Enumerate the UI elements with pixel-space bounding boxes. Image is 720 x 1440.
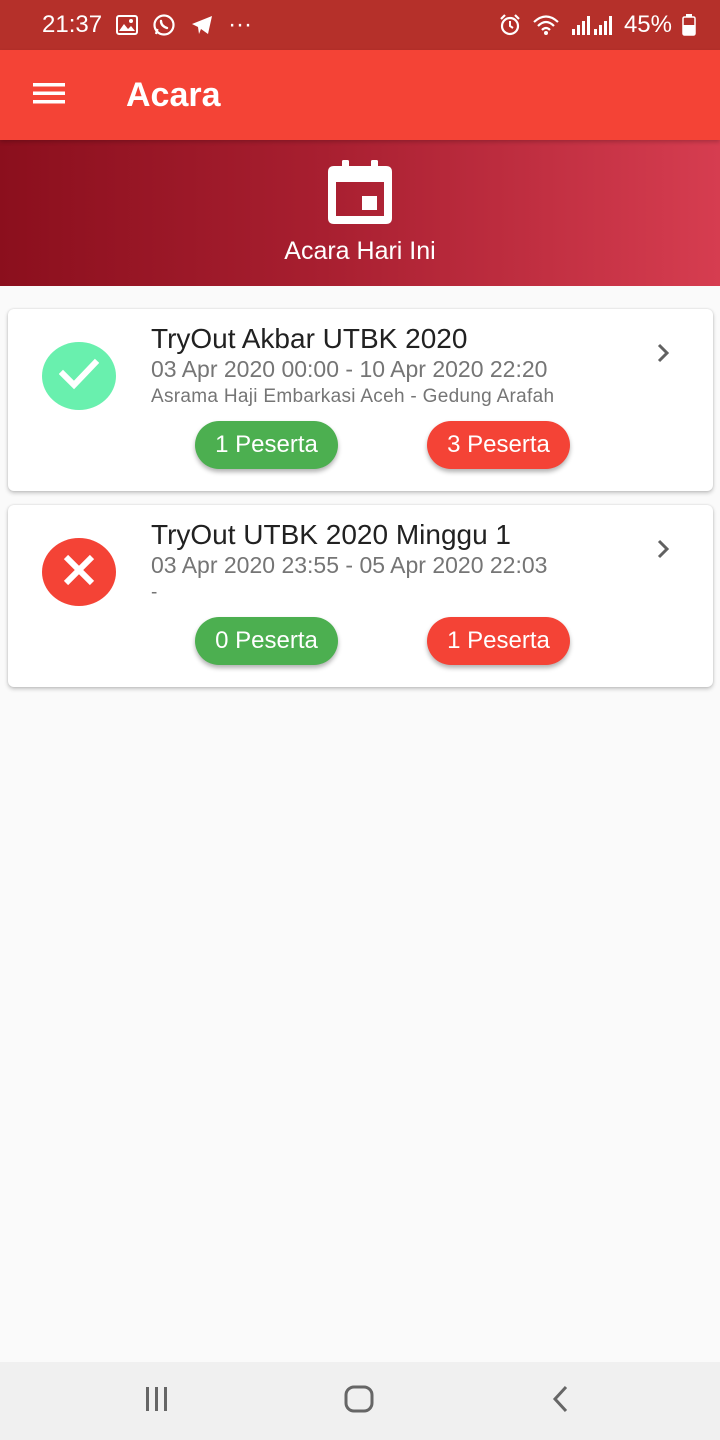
status-indicator xyxy=(42,538,116,606)
home-icon xyxy=(344,1385,374,1418)
chevron-right-icon xyxy=(653,539,673,559)
telegram-icon xyxy=(190,14,214,36)
event-date: 03 Apr 2020 23:55 - 05 Apr 2020 22:03 xyxy=(151,552,548,578)
battery-percent: 45% xyxy=(623,11,672,38)
status-indicator xyxy=(42,342,116,410)
back-icon xyxy=(551,1385,571,1418)
status-more: ··· xyxy=(228,11,253,38)
event-date: 03 Apr 2020 00:00 - 10 Apr 2020 22:20 xyxy=(151,356,548,382)
status-right: 45% xyxy=(498,11,696,39)
battery-icon xyxy=(682,14,696,36)
participant-count-green[interactable]: 1 Peserta xyxy=(195,421,338,469)
participant-count-red[interactable]: 3 Peserta xyxy=(427,421,570,469)
event-title: TryOut Akbar UTBK 2020 xyxy=(151,323,468,354)
event-title: TryOut UTBK 2020 Minggu 1 xyxy=(151,519,512,550)
menu-icon xyxy=(32,81,66,110)
chevron-right-icon xyxy=(653,343,673,363)
gallery-icon xyxy=(116,15,139,35)
home-button[interactable] xyxy=(329,1376,389,1426)
page-title: Acara xyxy=(126,75,221,114)
app-bar: Acara xyxy=(0,50,720,140)
banner-label: Acara Hari Ini xyxy=(284,237,436,265)
recents-icon xyxy=(143,1386,171,1417)
wifi-icon xyxy=(532,14,560,36)
close-icon xyxy=(61,552,97,593)
event-card[interactable]: TryOut UTBK 2020 Minggu 1 03 Apr 2020 23… xyxy=(8,505,713,687)
status-bar: 21:37 ··· 45% xyxy=(0,0,720,50)
event-location: - xyxy=(151,582,158,603)
calendar-icon xyxy=(326,158,394,231)
check-icon xyxy=(58,358,100,395)
today-banner: Acara Hari Ini xyxy=(0,140,720,286)
whatsapp-icon xyxy=(152,13,176,37)
back-button[interactable] xyxy=(531,1376,591,1426)
menu-button[interactable] xyxy=(0,50,98,140)
event-card[interactable]: TryOut Akbar UTBK 2020 03 Apr 2020 00:00… xyxy=(8,309,713,491)
alarm-icon xyxy=(498,13,522,37)
system-nav-bar xyxy=(0,1362,720,1440)
event-location: Asrama Haji Embarkasi Aceh - Gedung Araf… xyxy=(151,386,555,407)
status-time: 21:37 xyxy=(42,11,103,38)
recents-button[interactable] xyxy=(127,1376,187,1426)
status-left: 21:37 ··· xyxy=(42,11,252,39)
signal-icon xyxy=(570,14,614,36)
participant-count-red[interactable]: 1 Peserta xyxy=(427,617,570,665)
participant-count-green[interactable]: 0 Peserta xyxy=(195,617,338,665)
